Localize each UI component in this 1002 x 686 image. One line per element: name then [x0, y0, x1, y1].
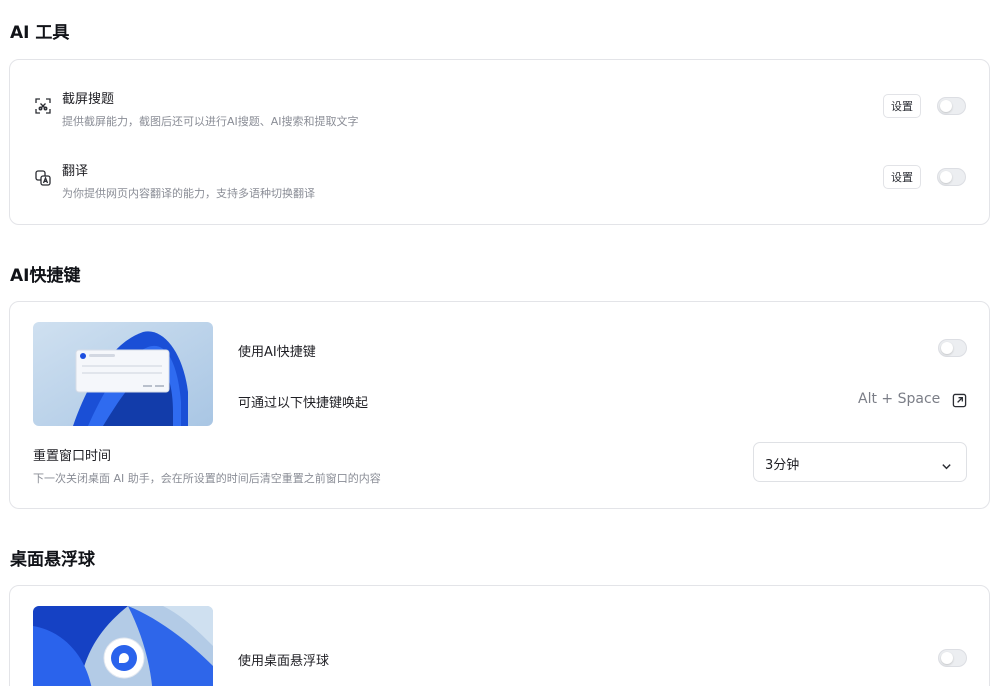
row-desc-screenshot: 提供截屏能力，截图后还可以进行AI搜题、AI搜索和提取文字 [62, 115, 359, 128]
ai-shortcut-toggle[interactable] [938, 339, 967, 357]
screenshot-icon [35, 98, 51, 114]
section-title-float-ball: 桌面悬浮球 [10, 550, 95, 570]
section-title-ai-tools: AI 工具 [10, 23, 70, 43]
float-ball-card: 使用桌面悬浮球 [9, 585, 990, 686]
reset-time-select[interactable]: 3分钟 [753, 442, 967, 482]
screenshot-settings-button[interactable]: 设置 [883, 94, 921, 118]
ai-shortcut-card: 使用AI快捷键 可通过以下快捷键唤起 Alt + Space 重置窗口时间 下一… [9, 301, 990, 509]
translate-toggle[interactable] [937, 168, 966, 186]
use-ai-shortcut-label: 使用AI快捷键 [238, 345, 316, 360]
translate-icon [35, 170, 51, 186]
row-title-translate: 翻译 [62, 164, 89, 179]
shortcut-wake-label: 可通过以下快捷键唤起 [238, 396, 369, 411]
row-title-screenshot: 截屏搜题 [62, 92, 115, 107]
open-external-icon[interactable] [952, 393, 968, 409]
chevron-down-icon [941, 457, 952, 476]
float-ball-preview-image [33, 606, 213, 686]
screenshot-toggle[interactable] [937, 97, 966, 115]
reset-window-time-title: 重置窗口时间 [33, 449, 112, 464]
use-float-ball-label: 使用桌面悬浮球 [238, 654, 330, 669]
translate-settings-button[interactable]: 设置 [883, 165, 921, 189]
float-ball-toggle[interactable] [938, 649, 967, 667]
section-title-ai-shortcut: AI快捷键 [10, 266, 81, 286]
ai-shortcut-preview-image [33, 322, 213, 426]
reset-time-select-value: 3分钟 [765, 458, 800, 473]
ai-tools-card: 截屏搜题 提供截屏能力，截图后还可以进行AI搜题、AI搜索和提取文字 设置 翻译… [9, 59, 990, 225]
shortcut-key-value: Alt + Space [858, 391, 941, 407]
reset-window-time-desc: 下一次关闭桌面 AI 助手，会在所设置的时间后清空重置之前窗口的内容 [33, 472, 381, 485]
row-desc-translate: 为你提供网页内容翻译的能力，支持多语种切换翻译 [62, 187, 315, 200]
